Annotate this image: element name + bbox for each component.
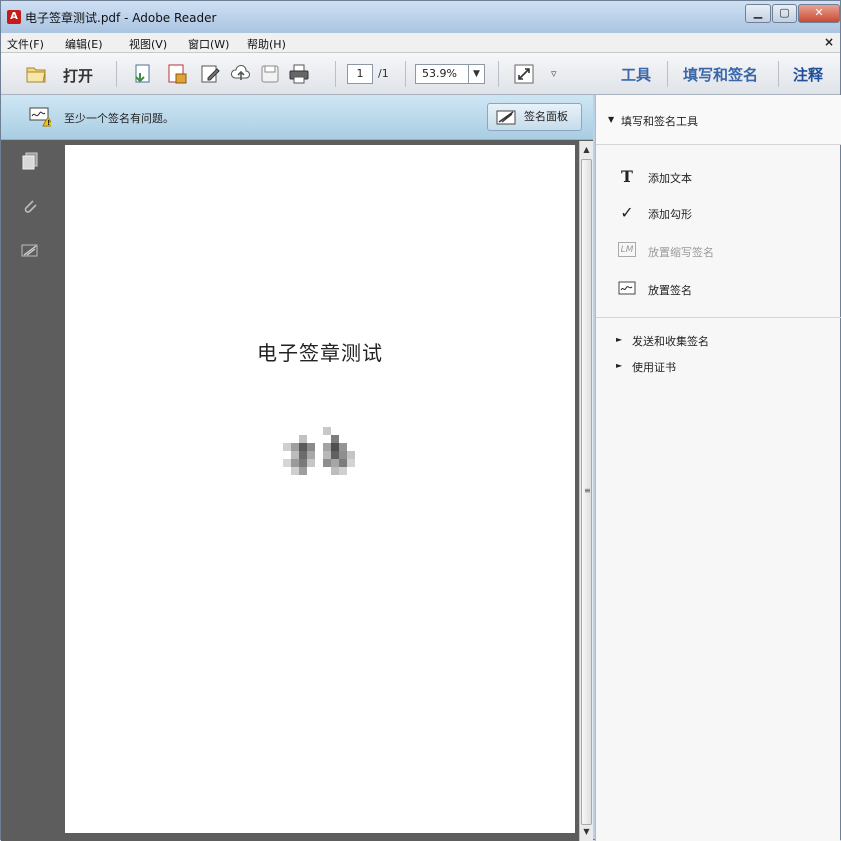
signature-status-message: 至少一个签名有问题。 <box>64 112 174 125</box>
tool-label: 放置缩写签名 <box>648 246 714 259</box>
panel-divider <box>596 317 841 318</box>
menu-help[interactable]: 帮助(H) <box>247 36 286 52</box>
close-button[interactable]: ✕ <box>798 4 840 23</box>
app-window: A 电子签章测试.pdf - Adobe Reader ▁ ▢ ✕ 文件(F) … <box>0 0 841 841</box>
expand-triangle-icon: ► <box>616 361 623 370</box>
signature-panel-icon <box>496 110 516 125</box>
toolbar: 打开 1 /1 53.9% ▼ ▿ 工具 填写和签名 注释 <box>1 53 840 95</box>
menu-file[interactable]: 文件(F) <box>7 36 44 52</box>
adobe-reader-icon: A <box>7 10 21 24</box>
section-label: 发送和收集签名 <box>632 335 709 348</box>
signature-panel-label: 签名面板 <box>524 110 568 123</box>
tool-label: 添加勾形 <box>648 208 692 221</box>
tool-add-text[interactable]: T 添加文本 <box>596 161 841 191</box>
section-label: 使用证书 <box>632 361 676 374</box>
signature-warning-icon: ! <box>29 107 51 127</box>
export-pdf-icon[interactable] <box>166 63 188 85</box>
menu-window[interactable]: 窗口(W) <box>188 36 229 52</box>
page-total: /1 <box>378 67 389 80</box>
toolbar-separator <box>778 61 779 87</box>
tool-add-checkmark[interactable]: ✓ 添加勾形 <box>596 197 841 227</box>
chevron-down-icon[interactable]: ▼ <box>468 65 484 83</box>
open-button[interactable]: 打开 <box>63 65 93 86</box>
scrollbar-grip-icon: ≡ <box>584 486 591 495</box>
tool-place-initials[interactable]: LM 放置缩写签名 <box>596 235 841 265</box>
signature-image[interactable] <box>275 425 371 495</box>
print-icon[interactable] <box>288 63 310 85</box>
tool-label: 放置签名 <box>648 284 692 297</box>
toolbar-separator <box>116 61 117 87</box>
toolbar-separator <box>667 61 668 87</box>
upload-cloud-icon[interactable] <box>230 63 252 85</box>
signature-icon <box>618 281 636 295</box>
signature-panel-button[interactable]: 签名面板 <box>487 103 582 131</box>
menu-edit[interactable]: 编辑(E) <box>65 36 103 52</box>
minimize-button[interactable]: ▁ <box>745 4 771 23</box>
vertical-scrollbar[interactable]: ▲ ≡ ▼ <box>579 141 593 841</box>
attachments-icon[interactable] <box>21 198 39 216</box>
menu-view[interactable]: 视图(V) <box>129 36 167 52</box>
navigation-pane <box>1 140 57 841</box>
tab-fill-and-sign[interactable]: 填写和签名 <box>683 64 758 85</box>
page-thumbnails-icon[interactable] <box>21 152 39 170</box>
tab-comment[interactable]: 注释 <box>793 64 823 85</box>
close-document-button[interactable]: × <box>824 35 834 49</box>
create-pdf-icon[interactable] <box>132 63 154 85</box>
scroll-down-arrow-icon[interactable]: ▼ <box>580 825 593 839</box>
collapse-triangle-icon: ▼ <box>608 115 615 124</box>
toolbar-overflow-icon[interactable]: ▿ <box>551 67 557 80</box>
tool-label: 添加文本 <box>648 172 692 185</box>
zoom-value: 53.9% <box>422 67 457 80</box>
svg-text:!: ! <box>47 119 50 127</box>
text-T-icon: T <box>621 167 633 186</box>
open-folder-icon[interactable] <box>25 63 47 85</box>
toolbar-separator <box>405 61 406 87</box>
document-heading: 电子签章测试 <box>257 341 383 365</box>
window-title: 电子签章测试.pdf - Adobe Reader <box>25 11 217 25</box>
panel-header-label: 填写和签名工具 <box>621 115 698 128</box>
edit-pdf-icon[interactable] <box>199 63 221 85</box>
panel-header[interactable]: ▼ 填写和签名工具 <box>596 95 841 145</box>
section-use-certificate[interactable]: ► 使用证书 <box>596 357 841 377</box>
signatures-icon[interactable] <box>21 242 39 260</box>
fill-and-sign-panel: ▼ 填写和签名工具 T 添加文本 ✓ 添加勾形 LM 放置缩写签名 放置签名 ►… <box>595 95 841 841</box>
fit-page-icon[interactable] <box>513 63 535 85</box>
initials-icon: LM <box>618 242 636 257</box>
save-icon[interactable] <box>259 63 281 85</box>
scroll-up-arrow-icon[interactable]: ▲ <box>580 143 593 157</box>
maximize-button[interactable]: ▢ <box>772 4 797 23</box>
pdf-page: 电子签章测试 <box>65 145 575 833</box>
menu-bar: 文件(F) 编辑(E) 视图(V) 窗口(W) 帮助(H) × <box>1 33 840 53</box>
toolbar-separator <box>498 61 499 87</box>
tool-place-signature[interactable]: 放置签名 <box>596 273 841 303</box>
signature-message-bar: ! 至少一个签名有问题。 签名面板 <box>1 95 593 140</box>
document-view[interactable]: 电子签章测试 <box>57 140 593 841</box>
tab-tools[interactable]: 工具 <box>621 64 651 85</box>
scrollbar-thumb[interactable]: ≡ <box>581 159 592 825</box>
zoom-select[interactable]: 53.9% ▼ <box>415 64 485 84</box>
toolbar-separator <box>335 61 336 87</box>
title-bar: A 电子签章测试.pdf - Adobe Reader ▁ ▢ ✕ <box>1 1 840 33</box>
section-send-and-collect-signatures[interactable]: ► 发送和收集签名 <box>596 331 841 351</box>
page-number-input[interactable]: 1 <box>347 64 373 84</box>
expand-triangle-icon: ► <box>616 335 623 344</box>
checkmark-icon: ✓ <box>620 203 634 222</box>
